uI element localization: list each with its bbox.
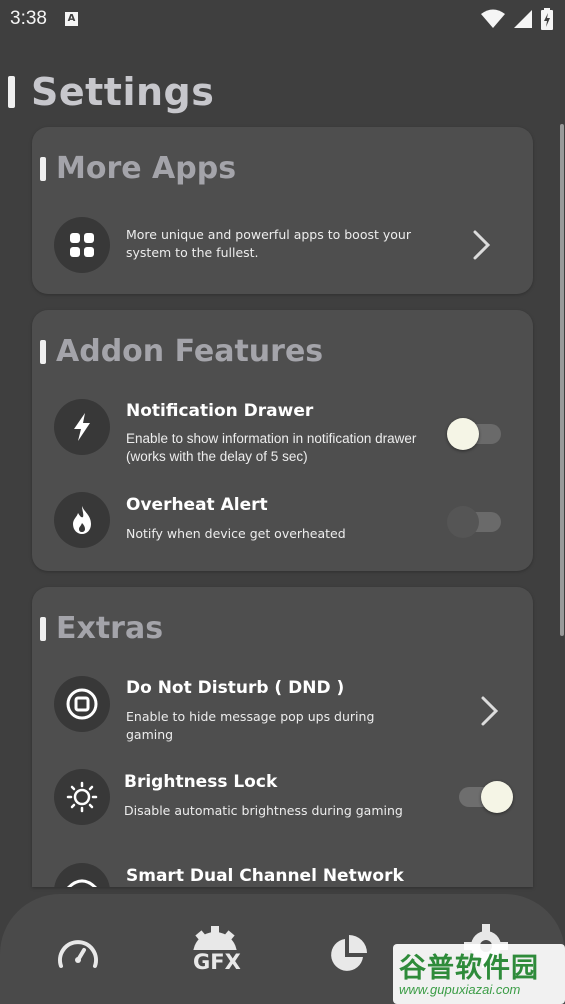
section-accent-bar [40,616,46,641]
title-accent-bar [8,76,15,108]
chevron-right-icon[interactable] [480,695,500,727]
toggle-knob [481,781,513,813]
overheat-alert-row[interactable]: Overheat Alert Notify when device get ov… [54,492,523,548]
brightness-icon [54,769,110,825]
overheat-alert-toggle[interactable] [447,504,503,538]
status-icons [481,8,553,30]
flame-icon [54,492,110,548]
gfx-label: GFX [192,950,242,974]
dnd-description: Enable to hide message pop ups during ga… [126,709,375,742]
notification-drawer-toggle[interactable] [447,416,503,450]
brightness-lock-toggle[interactable] [459,779,515,813]
extras-card: Extras Do Not Disturb ( DND ) Enable to … [32,587,533,887]
nav-stats[interactable] [322,928,374,980]
notification-drawer-row[interactable]: Notification Drawer Enable to show infor… [54,398,523,468]
smart-dual-channel-row[interactable]: Smart Dual Channel Network [54,863,523,887]
overheat-alert-description: Notify when device get overheated [126,526,346,541]
wifi-icon [54,863,110,887]
battery-charging-icon [541,8,553,30]
wifi-icon [481,9,505,28]
smart-dual-channel-title: Smart Dual Channel Network [126,866,404,886]
chevron-right-icon[interactable] [472,229,492,261]
more-apps-row[interactable]: More unique and powerful apps to boost y… [54,217,523,273]
notification-drawer-description: Enable to show information in notificati… [126,431,417,464]
section-title: Extras [56,611,164,646]
lightning-icon [54,399,110,455]
signal-icon [514,10,532,28]
toggle-knob [447,506,479,538]
section-title: More Apps [56,151,237,186]
page-header: Settings [8,70,214,114]
addon-features-card: Addon Features Notification Drawer Enabl… [32,310,533,571]
status-bar: 3:38 A [0,0,565,38]
page-title: Settings [31,70,215,114]
notification-drawer-title: Notification Drawer [126,401,314,421]
watermark-url: www.gupuxiazai.com [399,982,521,997]
section-accent-bar [40,156,46,181]
scrollbar[interactable] [560,124,564,636]
status-time: 3:38 [10,8,47,29]
overheat-alert-title: Overheat Alert [126,495,268,515]
pie-chart-icon [331,935,367,971]
nav-dashboard[interactable] [52,926,104,978]
brightness-lock-title: Brightness Lock [124,772,278,792]
brightness-lock-description: Disable automatic brightness during gami… [124,803,403,818]
watermark: 谷普软件园 www.gupuxiazai.com [393,944,565,1004]
speedometer-icon [58,940,98,968]
more-apps-header: More Apps [40,151,236,186]
dnd-title: Do Not Disturb ( DND ) [126,678,345,698]
more-apps-description: More unique and powerful apps to boost y… [126,227,411,260]
section-title: Addon Features [56,334,324,369]
dnd-icon [54,676,110,732]
notification-badge: A [64,12,78,26]
section-accent-bar [40,339,46,364]
nav-gfx[interactable]: GFX [188,924,242,980]
grid-apps-icon [54,217,110,273]
dnd-row[interactable]: Do Not Disturb ( DND ) Enable to hide me… [54,675,523,745]
brightness-lock-row[interactable]: Brightness Lock Disable automatic bright… [54,769,523,825]
toggle-knob [447,418,479,450]
watermark-title: 谷普软件园 [399,953,539,984]
addon-features-header: Addon Features [40,334,323,369]
more-apps-card: More Apps More unique and powerful apps … [32,127,533,294]
extras-header: Extras [40,611,163,646]
